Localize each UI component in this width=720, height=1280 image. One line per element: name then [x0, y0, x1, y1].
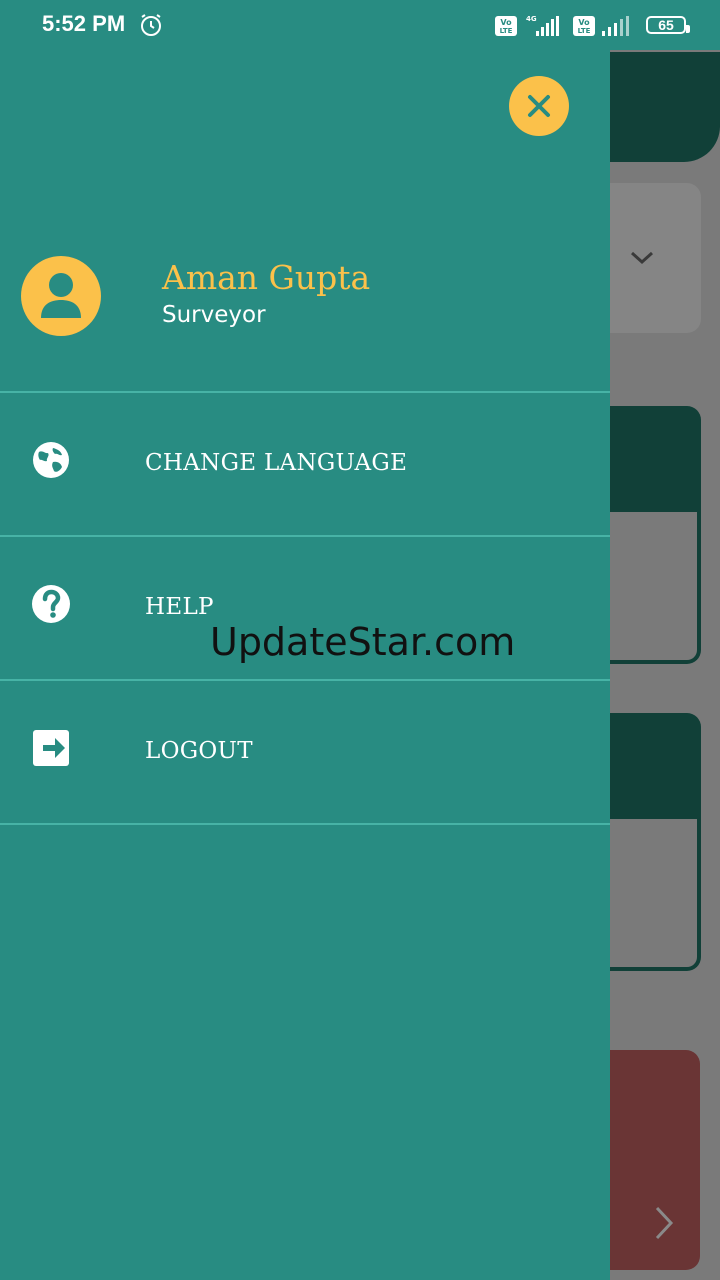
close-button[interactable]	[509, 76, 569, 136]
svg-text:Vo: Vo	[578, 18, 590, 27]
svg-text:LTE: LTE	[500, 27, 513, 35]
signal-icon	[602, 16, 629, 36]
user-role: Surveyor	[162, 302, 266, 328]
volte-icon: Vo LTE	[573, 16, 595, 36]
svg-text:4G: 4G	[526, 15, 537, 23]
divider	[0, 823, 610, 825]
globe-icon	[33, 442, 69, 478]
watermark: UpdateStar.com	[210, 620, 516, 664]
menu-label-logout: LOGOUT	[145, 738, 253, 764]
user-name: Aman Gupta	[162, 258, 371, 297]
alarm-icon	[141, 14, 161, 36]
battery-icon: 65	[646, 16, 690, 34]
close-icon	[528, 95, 550, 117]
menu-item-logout[interactable]: LOGOUT	[0, 681, 610, 823]
battery-level: 65	[658, 17, 674, 33]
navigation-drawer: Aman Gupta Surveyor CHANGE LANGUAGE HELP…	[0, 50, 610, 1280]
status-bar: 5:52 PM Vo LTE 4G Vo LTE 65	[0, 0, 720, 50]
menu-label-help: HELP	[145, 594, 214, 620]
status-icons: Vo LTE 4G Vo LTE 65	[486, 14, 690, 38]
svg-text:LTE: LTE	[578, 27, 591, 35]
avatar	[21, 256, 101, 336]
svg-text:Vo: Vo	[500, 18, 512, 27]
status-time: 5:52 PM	[42, 11, 126, 36]
signal-4g-icon: 4G	[526, 15, 559, 36]
volte-icon: Vo LTE	[495, 16, 517, 36]
user-icon	[41, 273, 81, 318]
menu-label-change-language: CHANGE LANGUAGE	[145, 450, 408, 476]
menu-item-change-language[interactable]: CHANGE LANGUAGE	[0, 393, 610, 535]
chevron-right-icon	[655, 1206, 674, 1240]
help-icon	[32, 585, 70, 623]
logout-icon	[33, 730, 69, 766]
chevron-down-icon	[630, 251, 654, 265]
